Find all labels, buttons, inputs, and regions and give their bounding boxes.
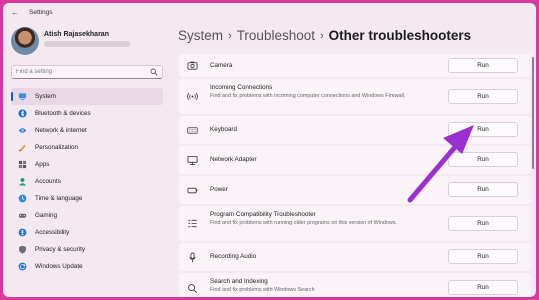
personalization-icon <box>18 144 26 152</box>
run-keyboard-button[interactable]: Run <box>448 122 518 137</box>
search-input[interactable] <box>16 67 146 77</box>
windows-update-icon <box>18 262 27 271</box>
troubleshooter-list: Camera Run Incoming Connections Find and… <box>179 54 531 297</box>
sidebar-item-system[interactable]: System <box>11 88 163 105</box>
microphone-icon <box>189 252 196 262</box>
title-bar: ← Settings <box>3 3 536 23</box>
breadcrumb: System › Troubleshoot › Other troubleshooter… <box>178 28 471 43</box>
network-adapter-icon <box>187 155 198 165</box>
troubleshooter-row-keyboard: Keyboard Run <box>179 116 531 144</box>
sidebar-nav: System Bluetooth & devices Network & int… <box>11 88 163 275</box>
sidebar-item-label: Windows Update <box>35 263 83 270</box>
sidebar-item-personalization[interactable]: Personalization <box>11 139 163 156</box>
time-language-icon <box>18 194 27 203</box>
profile-name: Atish Rajasekharan <box>44 31 109 38</box>
run-incoming-connections-button[interactable]: Run <box>448 89 518 104</box>
sidebar-item-label: Accounts <box>35 178 61 185</box>
keyboard-icon <box>187 126 198 134</box>
search-indexing-icon <box>188 283 197 293</box>
breadcrumb-system[interactable]: System <box>178 28 223 43</box>
sidebar-item-label: Bluetooth & devices <box>35 110 91 117</box>
network-icon <box>18 128 27 133</box>
sidebar-item-time-language[interactable]: Time & language <box>11 190 163 207</box>
breadcrumb-separator: › <box>320 30 324 42</box>
sidebar-item-label: Personalization <box>35 144 79 151</box>
troubleshooter-row-recording-audio: Recording Audio Run <box>179 243 531 271</box>
troubleshooter-title: Incoming Connections <box>210 84 273 91</box>
sidebar-item-privacy-security[interactable]: Privacy & security <box>11 241 163 258</box>
sidebar-item-apps[interactable]: Apps <box>11 156 163 173</box>
accounts-icon <box>18 177 27 186</box>
sidebar-item-bluetooth[interactable]: Bluetooth & devices <box>11 105 163 122</box>
bluetooth-icon <box>18 109 27 118</box>
avatar <box>11 27 39 55</box>
breadcrumb-troubleshoot[interactable]: Troubleshoot <box>237 28 315 43</box>
app-title: Settings <box>29 9 53 16</box>
troubleshooter-title: Keyboard <box>210 126 237 133</box>
troubleshooter-title: Power <box>210 186 228 193</box>
breadcrumb-separator: › <box>228 30 232 42</box>
sidebar-item-label: Accessibility <box>35 229 70 236</box>
sidebar-item-accounts[interactable]: Accounts <box>11 173 163 190</box>
run-camera-button[interactable]: Run <box>448 58 518 73</box>
sidebar-item-label: Privacy & security <box>35 246 86 253</box>
run-power-button[interactable]: Run <box>448 182 518 197</box>
apps-icon <box>18 160 27 169</box>
troubleshooter-title: Network Adapter <box>210 156 257 163</box>
run-search-indexing-button[interactable]: Run <box>448 280 518 295</box>
sidebar-item-label: Network & internet <box>35 127 87 134</box>
sidebar-item-label: Apps <box>35 161 50 168</box>
search-icon <box>150 68 158 76</box>
power-icon <box>187 187 198 193</box>
troubleshooter-row-incoming-connections: Incoming Connections Find and fix proble… <box>179 79 531 114</box>
sidebar-item-gaming[interactable]: Gaming <box>11 207 163 224</box>
troubleshooter-title: Recording Audio <box>210 253 257 260</box>
sidebar-item-label: Time & language <box>35 195 83 202</box>
troubleshooter-description: Find and fix problems with Windows Searc… <box>210 287 315 293</box>
troubleshooter-row-network-adapter: Network Adapter Run <box>179 146 531 174</box>
run-program-compatibility-button[interactable]: Run <box>448 216 518 231</box>
troubleshooter-row-power: Power Run <box>179 176 531 204</box>
sidebar-item-windows-update[interactable]: Windows Update <box>11 258 163 275</box>
scrollbar[interactable] <box>532 57 534 169</box>
profile-email-redacted <box>44 41 130 47</box>
run-network-adapter-button[interactable]: Run <box>448 152 518 167</box>
troubleshooter-row-camera: Camera Run <box>179 54 531 77</box>
settings-window: ← Settings Atish Rajasekharan System Blu… <box>3 3 536 297</box>
sidebar-item-label: Gaming <box>35 212 58 219</box>
gaming-icon <box>18 213 27 218</box>
run-recording-audio-button[interactable]: Run <box>448 249 518 264</box>
system-icon <box>18 93 27 101</box>
accessibility-icon <box>18 228 27 237</box>
sidebar-item-network[interactable]: Network & internet <box>11 122 163 139</box>
page-title: Other troubleshooters <box>328 28 472 43</box>
troubleshooter-description: Find and fix problems with incoming comp… <box>210 93 406 99</box>
wireless-icon <box>187 92 198 101</box>
troubleshooter-row-program-compatibility: Program Compatibility Troubleshooter Fin… <box>179 206 531 241</box>
troubleshooter-row-search-indexing: Search and Indexing Find and fix problem… <box>179 273 531 297</box>
camera-icon <box>187 61 198 70</box>
program-compat-icon <box>188 219 197 228</box>
sidebar-item-accessibility[interactable]: Accessibility <box>11 224 163 241</box>
search-box[interactable] <box>11 65 163 79</box>
troubleshooter-title: Program Compatibility Troubleshooter <box>210 211 316 218</box>
user-profile[interactable]: Atish Rajasekharan <box>11 27 161 57</box>
troubleshooter-title: Camera <box>210 62 233 69</box>
troubleshooter-description: Find and fix problems with running older… <box>210 220 397 226</box>
privacy-shield-icon <box>19 245 26 254</box>
sidebar-item-label: System <box>35 93 56 100</box>
back-arrow-icon[interactable]: ← <box>9 8 21 18</box>
troubleshooter-title: Search and Indexing <box>210 278 268 285</box>
